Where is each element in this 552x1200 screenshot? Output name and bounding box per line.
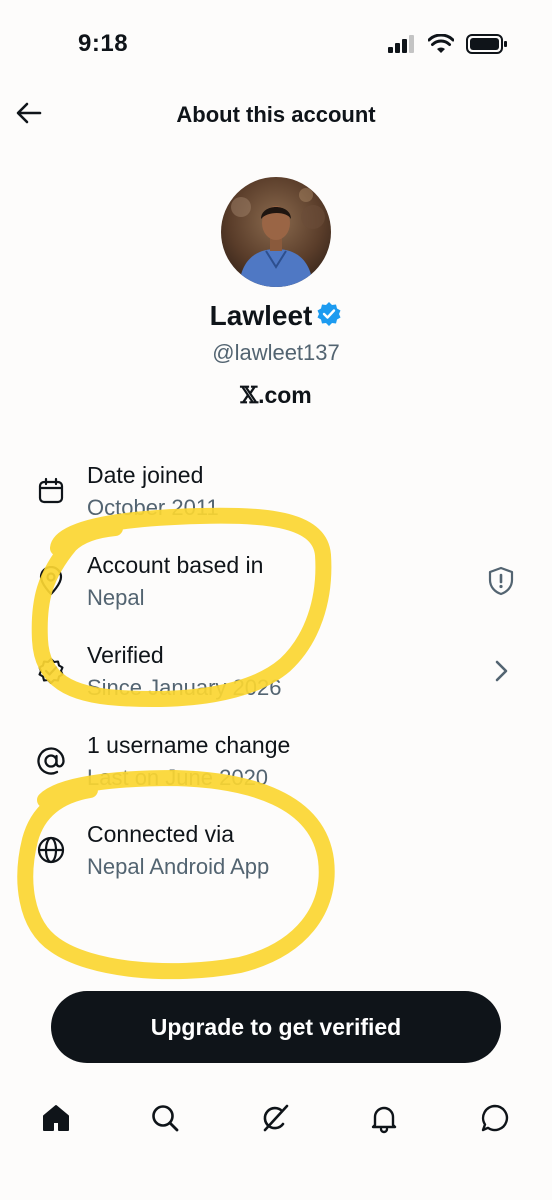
info-date-joined: Date joined October 2011 (0, 456, 552, 538)
globe-icon (36, 835, 66, 865)
verified-check-icon (36, 656, 66, 686)
wifi-icon (427, 33, 455, 59)
battery-icon (466, 34, 508, 59)
info-title: Date joined (87, 462, 204, 488)
header: About this account (0, 90, 552, 144)
chevron-right-icon[interactable] (486, 656, 516, 686)
messages-icon[interactable] (475, 1098, 515, 1138)
avatar[interactable] (221, 177, 331, 287)
x-logo-icon: 𝕏 (240, 382, 259, 409)
info-connected-via: Connected via Nepal Android App (0, 815, 552, 897)
shield-alert-icon[interactable] (486, 566, 516, 596)
upgrade-verified-button[interactable]: Upgrade to get verified (51, 991, 501, 1063)
bottom-tab-bar (0, 1088, 552, 1148)
home-icon[interactable] (36, 1098, 76, 1138)
grok-icon[interactable] (255, 1098, 295, 1138)
site-link[interactable]: 𝕏.com (0, 382, 552, 409)
notifications-icon[interactable] (364, 1098, 404, 1138)
info-title: Account based in (87, 552, 264, 578)
calendar-icon (36, 476, 66, 506)
info-account-based-in: Account based in Nepal (0, 546, 552, 628)
at-sign-icon (36, 746, 66, 776)
status-time: 9:18 (78, 30, 129, 57)
info-username-change: 1 username change Last on June 2020 (0, 726, 552, 808)
site-domain: .com (258, 382, 312, 408)
location-pin-icon (36, 566, 66, 596)
search-icon[interactable] (145, 1098, 185, 1138)
signal-icon (388, 35, 416, 58)
info-title: 1 username change (87, 732, 291, 758)
handle: @lawleet137 (212, 340, 340, 365)
name-row: Lawleet (0, 300, 552, 332)
page-title: About this account (176, 102, 376, 127)
info-subtitle: Since January 2026 (87, 675, 282, 700)
info-title: Connected via (87, 821, 235, 847)
info-subtitle: Last on June 2020 (87, 765, 269, 790)
verified-badge-icon (316, 301, 342, 332)
info-subtitle: October 2011 (87, 495, 219, 520)
info-verified[interactable]: Verified Since January 2026 (0, 636, 552, 718)
display-name: Lawleet (209, 300, 313, 331)
info-subtitle: Nepal (87, 585, 145, 610)
status-icons (388, 33, 508, 59)
status-bar: 9:18 (0, 0, 552, 90)
info-subtitle: Nepal Android App (87, 854, 270, 879)
info-title: Verified (87, 642, 164, 668)
